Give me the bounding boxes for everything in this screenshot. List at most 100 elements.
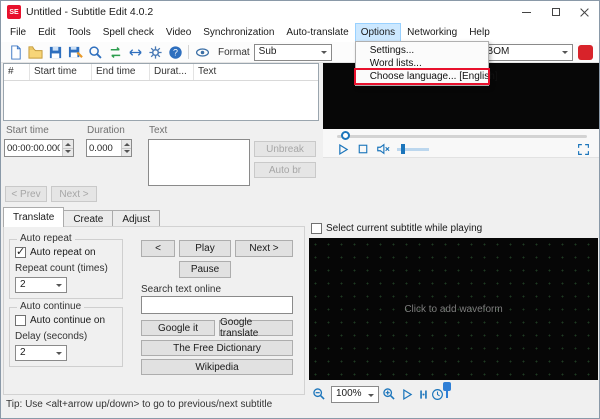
close-icon — [580, 8, 589, 17]
menu-item-choose-language[interactable]: Choose language... [English] — [356, 70, 488, 83]
video-preview-eye-icon[interactable] — [192, 43, 212, 61]
google-it-button[interactable]: Google it — [141, 320, 215, 336]
menu-synchronization[interactable]: Synchronization — [197, 23, 280, 42]
translate-next-button[interactable]: Next > — [235, 240, 293, 257]
subtitle-text-area[interactable] — [148, 139, 250, 186]
menu-bar: File Edit Tools Spell check Video Synchr… — [1, 23, 599, 42]
menu-options[interactable]: Options Settings... Word lists... Choose… — [355, 23, 401, 42]
column-end-time[interactable]: End time — [92, 64, 150, 80]
video-seek-thumb[interactable] — [341, 131, 350, 140]
prev-subtitle-button[interactable]: < Prev — [5, 186, 47, 202]
auto-br-button[interactable]: Auto br — [254, 162, 316, 178]
delay-select[interactable]: 2 — [15, 345, 67, 361]
column-start-time[interactable]: Start time — [30, 64, 92, 80]
maximize-icon — [552, 8, 560, 16]
fullscreen-button[interactable] — [575, 142, 591, 156]
waveform-position-marker[interactable] — [443, 382, 451, 391]
duration-spinner[interactable] — [86, 139, 132, 157]
zoom-level-select[interactable]: 100% — [331, 386, 379, 403]
menu-item-settings[interactable]: Settings... — [356, 44, 488, 57]
google-translate-button[interactable]: Google translate — [219, 320, 293, 336]
video-mute-button[interactable] — [375, 142, 391, 156]
tip-text: Tip: Use <alt+arrow up/down> to go to pr… — [6, 399, 272, 410]
repeat-count-select[interactable]: 2 — [15, 277, 67, 293]
spin-down-icon[interactable] — [122, 149, 131, 157]
unbreak-button[interactable]: Unbreak — [254, 141, 316, 157]
maximize-button[interactable] — [541, 1, 570, 23]
toolbar-separator — [188, 45, 189, 59]
save-as-icon[interactable] — [65, 43, 85, 61]
subtitle-list-body[interactable] — [4, 81, 318, 120]
waveform-placeholder: Click to add waveform — [404, 304, 502, 315]
open-file-icon[interactable] — [25, 43, 45, 61]
menu-auto-translate[interactable]: Auto-translate — [280, 23, 354, 42]
menu-edit[interactable]: Edit — [32, 23, 61, 42]
menu-help[interactable]: Help — [463, 23, 496, 42]
tab-create[interactable]: Create — [63, 210, 113, 227]
title-bar: SE Untitled - Subtitle Edit 4.0.2 — [1, 1, 599, 23]
video-stop-button[interactable] — [355, 142, 371, 156]
window-controls — [512, 1, 599, 23]
volume-thumb[interactable] — [401, 144, 405, 154]
duration-label: Duration — [87, 125, 125, 136]
spin-down-icon[interactable] — [63, 149, 73, 157]
checkbox-checked-icon — [15, 247, 26, 258]
menu-tools[interactable]: Tools — [61, 23, 96, 42]
start-time-spin-buttons — [62, 140, 73, 156]
repeat-count-label: Repeat count (times) — [15, 263, 108, 274]
minimize-button[interactable] — [512, 1, 541, 23]
tab-translate[interactable]: Translate — [3, 207, 64, 227]
auto-continue-checkbox[interactable]: Auto continue on — [15, 315, 105, 326]
zoom-in-icon[interactable] — [381, 386, 397, 402]
save-icon[interactable] — [45, 43, 65, 61]
delay-label: Delay (seconds) — [15, 331, 87, 342]
svg-text:?: ? — [173, 47, 178, 57]
checkbox-unchecked-icon — [15, 315, 26, 326]
auto-repeat-group-label: Auto repeat — [17, 233, 75, 244]
spin-up-icon[interactable] — [63, 140, 73, 149]
format-select[interactable]: Sub — [254, 44, 332, 61]
video-seek-slider[interactable] — [337, 135, 587, 138]
find-icon[interactable] — [85, 43, 105, 61]
start-time-input[interactable] — [5, 140, 62, 156]
new-file-icon[interactable] — [5, 43, 25, 61]
start-time-spinner[interactable] — [4, 139, 74, 157]
help-icon[interactable]: ? — [165, 43, 185, 61]
select-current-subtitle-checkbox[interactable]: Select current subtitle while playing — [311, 223, 482, 234]
subtitle-list[interactable]: # Start time End time Durat... Text — [3, 63, 319, 121]
visual-sync-icon[interactable] — [125, 43, 145, 61]
tab-strip: Translate Create Adjust — [3, 207, 159, 227]
menu-item-word-lists[interactable]: Word lists... — [356, 57, 488, 70]
menu-spell-check[interactable]: Spell check — [97, 23, 160, 42]
duration-input[interactable] — [87, 140, 121, 156]
waveform-area[interactable]: Click to add waveform — [309, 238, 598, 380]
zoom-out-icon[interactable] — [311, 386, 327, 402]
wikipedia-button[interactable]: Wikipedia — [141, 359, 293, 375]
menu-video[interactable]: Video — [160, 23, 197, 42]
start-time-label: Start time — [6, 125, 49, 136]
close-button[interactable] — [570, 1, 599, 23]
main-toolbar: ? Format Sub with BOM — [1, 42, 599, 63]
auto-repeat-checkbox-label: Auto repeat on — [30, 247, 96, 258]
source-view-icon[interactable] — [578, 45, 593, 60]
video-play-button[interactable] — [335, 142, 351, 156]
auto-repeat-checkbox[interactable]: Auto repeat on — [15, 247, 96, 258]
column-text[interactable]: Text — [194, 64, 318, 80]
column-number[interactable]: # — [4, 64, 30, 80]
search-text-input[interactable] — [141, 296, 293, 314]
next-subtitle-button[interactable]: Next > — [51, 186, 97, 202]
translate-play-button[interactable]: Play — [179, 240, 231, 257]
free-dictionary-button[interactable]: The Free Dictionary — [141, 340, 293, 356]
select-current-subtitle-label: Select current subtitle while playing — [326, 223, 482, 234]
settings-gear-icon[interactable] — [145, 43, 165, 61]
waveform-play-icon[interactable] — [399, 386, 415, 402]
column-duration[interactable]: Durat... — [150, 64, 194, 80]
menu-networking[interactable]: Networking — [401, 23, 463, 42]
translate-pause-button[interactable]: Pause — [179, 261, 231, 278]
translate-prev-button[interactable]: < — [141, 240, 175, 257]
replace-icon[interactable] — [105, 43, 125, 61]
spin-up-icon[interactable] — [122, 140, 131, 149]
options-dropdown-menu: Settings... Word lists... Choose languag… — [355, 41, 489, 86]
tab-adjust[interactable]: Adjust — [112, 210, 160, 227]
menu-file[interactable]: File — [4, 23, 32, 42]
